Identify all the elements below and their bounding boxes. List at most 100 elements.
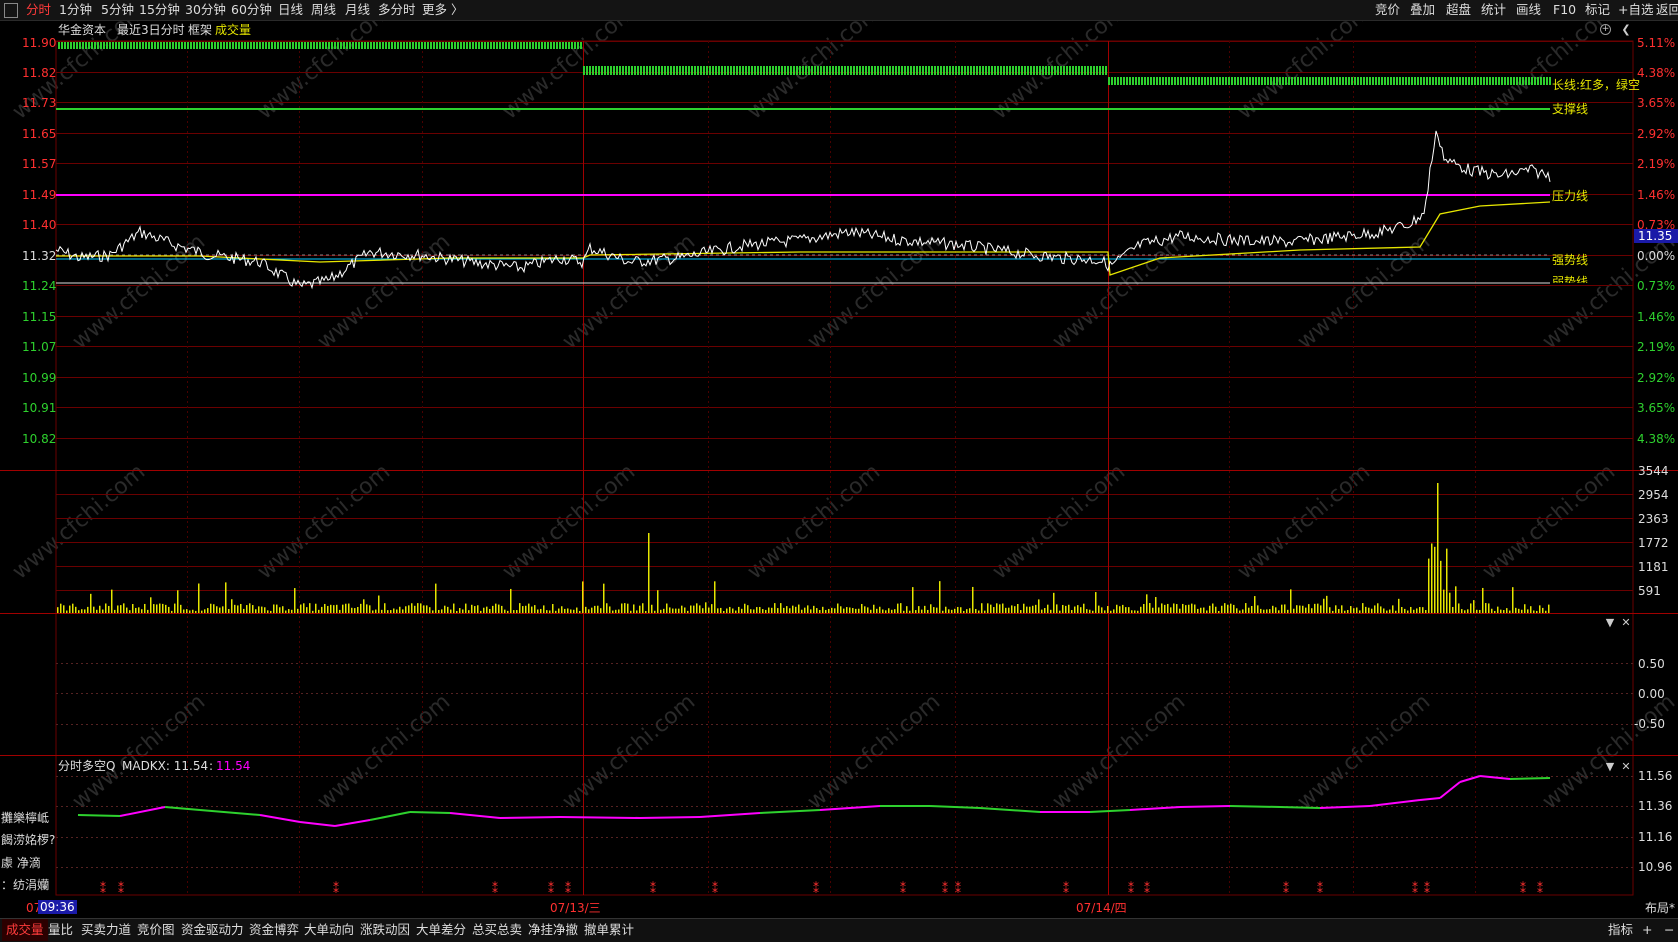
volume-bar [855, 608, 857, 613]
tab-buy-sell-power[interactable]: 买卖力道 [81, 919, 131, 941]
volume-bar [927, 609, 929, 613]
level-tick [1429, 77, 1431, 85]
madkx-title[interactable]: 分时多空Q [58, 759, 115, 773]
window-menu-icon[interactable] [4, 3, 18, 18]
btn-add-watchlist[interactable]: +自选 [1618, 2, 1653, 18]
frame-label[interactable]: 框架 [188, 23, 212, 37]
level-tick [1495, 77, 1497, 85]
tab-15min[interactable]: 15分钟 [139, 2, 180, 18]
tab-big-order-trend[interactable]: 大单动向 [304, 919, 354, 941]
level-tick [430, 42, 432, 49]
tab-auction-chart[interactable]: 竞价图 [137, 919, 175, 941]
volume-bar [990, 604, 992, 613]
volume-bar [450, 609, 452, 613]
chevron-left-icon[interactable]: ❮ [1620, 24, 1632, 36]
watermark-text: www.cfchi.com [313, 689, 455, 814]
volume-bar [324, 603, 326, 613]
volume-tick: 1772 [1638, 536, 1669, 550]
tab-cancel-cumulative[interactable]: 撤单累计 [584, 919, 634, 941]
indicator-lines [56, 108, 1550, 284]
tab-multi-intraday[interactable]: 多分时 [378, 2, 416, 18]
level-tick [1261, 77, 1263, 85]
tab-weekly[interactable]: 周线 [311, 2, 336, 18]
zoom-icon[interactable]: + [1600, 24, 1611, 35]
btn-stats[interactable]: 统计 [1481, 2, 1506, 18]
tab-net-order[interactable]: 净挂净撤 [528, 919, 578, 941]
level-tick [1330, 77, 1332, 85]
tab-60min[interactable]: 60分钟 [231, 2, 272, 18]
close-icon[interactable]: ✕ [1620, 761, 1632, 773]
level-tick [958, 66, 960, 75]
volume-bar [645, 610, 647, 613]
level-tick [928, 66, 930, 75]
indicator-label[interactable]: 成交量 [215, 23, 251, 37]
dropdown-icon[interactable]: ▼ [1604, 761, 1616, 773]
tab-monthly[interactable]: 月线 [345, 2, 370, 18]
madkx-segment [164, 806, 201, 811]
level-tick [1015, 66, 1017, 75]
level-tick [142, 42, 144, 49]
tab-total-buy-sell[interactable]: 总买总卖 [472, 919, 522, 941]
level-tick [1252, 77, 1254, 85]
madkx-sep: : [209, 759, 214, 773]
tab-more[interactable]: 更多 〉 [422, 2, 463, 18]
tab-1min[interactable]: 1分钟 [59, 2, 92, 18]
layout-button[interactable]: 布局* [1645, 901, 1675, 915]
tab-5min[interactable]: 5分钟 [101, 2, 134, 18]
level-tick [1276, 77, 1278, 85]
price-tick: 11.07 [22, 340, 57, 354]
volume-bar [1194, 604, 1196, 613]
tab-volume-ratio[interactable]: 量比 [48, 919, 73, 941]
volume-bar [498, 604, 500, 613]
watermark-text: www.cfchi.com [803, 229, 945, 354]
intraday-chart[interactable]: www.cfchi.com www.cfchi.com www.cfchi.com w… [0, 21, 1678, 918]
tab-big-order-diff[interactable]: 大单差分 [416, 919, 466, 941]
tab-price-drivers[interactable]: 涨跌动因 [360, 919, 410, 941]
remove-icon[interactable]: − [1664, 919, 1674, 941]
indicator-button[interactable]: 指标 [1608, 919, 1633, 941]
dropdown-icon[interactable]: ▼ [1604, 617, 1616, 629]
level-tick [178, 42, 180, 49]
tab-intraday[interactable]: 分时 [26, 2, 51, 18]
volume-bar [480, 610, 482, 613]
volume-bar [219, 607, 221, 613]
percent-tick: 2.19% [1637, 340, 1676, 354]
tab-volume[interactable]: 成交量 [2, 919, 48, 941]
level-tick [196, 42, 198, 49]
volume-bar [906, 606, 908, 613]
tab-30min[interactable]: 30分钟 [185, 2, 226, 18]
btn-f10[interactable]: F10 [1553, 2, 1576, 18]
tab-fund-game[interactable]: 资金博弈 [249, 919, 299, 941]
btn-mark[interactable]: 标记 [1585, 2, 1610, 18]
volume-bar [837, 603, 839, 613]
range-label: 最近3日分时 [117, 23, 185, 37]
btn-auction[interactable]: 竞价 [1375, 2, 1400, 18]
add-icon[interactable]: + [1642, 919, 1652, 941]
level-tick [1246, 77, 1248, 85]
volume-bar [402, 609, 404, 613]
volume-bar [237, 605, 239, 613]
btn-back[interactable]: 返回 [1656, 2, 1678, 18]
volume-bar [954, 608, 956, 613]
btn-overlay[interactable]: 叠加 [1410, 2, 1435, 18]
volume-bar [981, 603, 983, 613]
volume-bar [885, 610, 887, 613]
volume-bar [1377, 603, 1379, 613]
level-tick [433, 42, 435, 49]
close-icon[interactable]: ✕ [1620, 617, 1632, 629]
volume-bar [351, 607, 353, 613]
volume-bar [1245, 603, 1247, 613]
btn-draw-line[interactable]: 画线 [1516, 2, 1541, 18]
level-tick [331, 42, 333, 49]
madkx-segment [369, 811, 411, 821]
volume-bar [1485, 603, 1487, 613]
signal-marker: ⁑ [900, 881, 906, 896]
volume-bar [870, 609, 872, 613]
volume-bar [546, 610, 548, 613]
tab-fund-drive[interactable]: 资金驱动力 [181, 919, 244, 941]
volume-bar [432, 610, 434, 613]
level-tick [601, 66, 603, 75]
level-tick [1456, 77, 1458, 85]
btn-super[interactable]: 超盘 [1446, 2, 1471, 18]
tab-daily[interactable]: 日线 [278, 2, 303, 18]
